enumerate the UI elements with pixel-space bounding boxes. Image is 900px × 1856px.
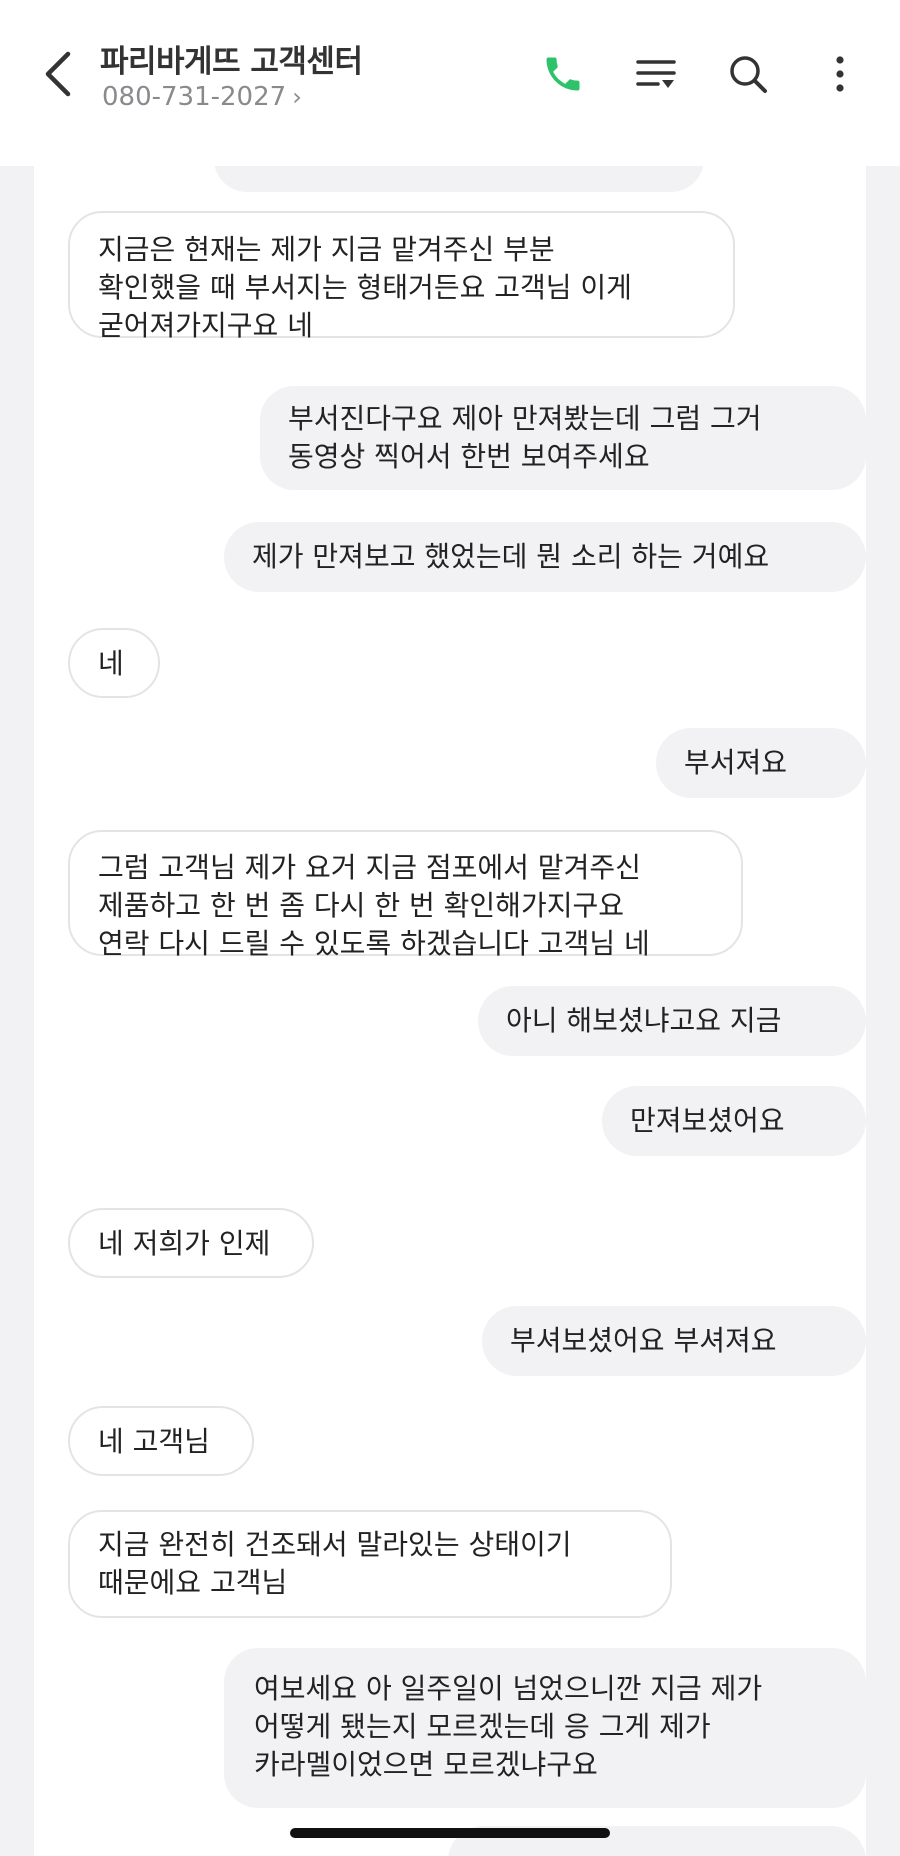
more-button[interactable] xyxy=(818,52,862,96)
message-bubble-partial-top xyxy=(214,166,704,192)
message-bubble-incoming: 지금 완전히 건조돼서 말라있는 상태이기 때문에요 고객님 xyxy=(68,1510,672,1618)
call-button[interactable] xyxy=(541,52,585,96)
message-list[interactable]: 지금은 현재는 제가 지금 맡겨주신 부분 확인했을 때 부서지는 형태거든요 고… xyxy=(34,166,866,1856)
message-bubble-incoming: 네 고객님 xyxy=(68,1406,254,1476)
phone-icon xyxy=(546,57,580,91)
message-bubble-incoming: 지금은 현재는 제가 지금 맡겨주신 부분 확인했을 때 부서지는 형태거든요 고… xyxy=(68,211,735,342)
contact-name: 파리바게뜨 고객센터 xyxy=(100,44,363,80)
search-button[interactable] xyxy=(726,52,770,96)
filter-button[interactable] xyxy=(634,52,678,96)
message-bubble-incoming: 네 xyxy=(68,628,160,698)
phone-number: 080-731-2027 xyxy=(102,82,287,112)
message-bubble-incoming: 그럼 고객님 제가 요거 지금 점포에서 맡겨주신 제품하고 한 번 좀 다시 한… xyxy=(68,830,743,960)
search-icon xyxy=(730,56,767,93)
chat-header: 파리바게뜨 고객센터 080-731-2027 › xyxy=(0,0,900,166)
more-vertical-icon xyxy=(836,56,844,92)
message-bubble-outgoing: 부셔보셨어요 부셔져요 xyxy=(482,1306,866,1376)
chevron-right-icon: › xyxy=(292,83,302,111)
contact-phone-link[interactable]: 080-731-2027 › xyxy=(102,82,302,112)
list-filter-icon xyxy=(636,60,676,88)
message-bubble-outgoing: 부서져요 xyxy=(656,728,866,798)
chevron-left-icon xyxy=(45,51,71,97)
message-bubble-incoming: 네 저희가 인제 xyxy=(68,1208,314,1278)
message-bubble-outgoing: 여보세요 아 일주일이 넘었으니깐 지금 제가 어떻게 됐는지 모르겠는데 응 그… xyxy=(224,1648,866,1808)
back-button[interactable] xyxy=(38,46,78,102)
message-bubble-outgoing: 제가 만져보고 했었는데 뭔 소리 하는 거예요 xyxy=(224,522,866,592)
message-bubble-outgoing: 만져보셨어요 xyxy=(602,1086,866,1156)
home-indicator[interactable] xyxy=(290,1828,610,1838)
message-bubble-outgoing: 부서진다구요 제아 만져봤는데 그럼 그거 동영상 찍어서 한번 보여주세요 xyxy=(260,386,866,490)
message-bubble-outgoing: 아니 해보셨냐고요 지금 xyxy=(478,986,866,1056)
